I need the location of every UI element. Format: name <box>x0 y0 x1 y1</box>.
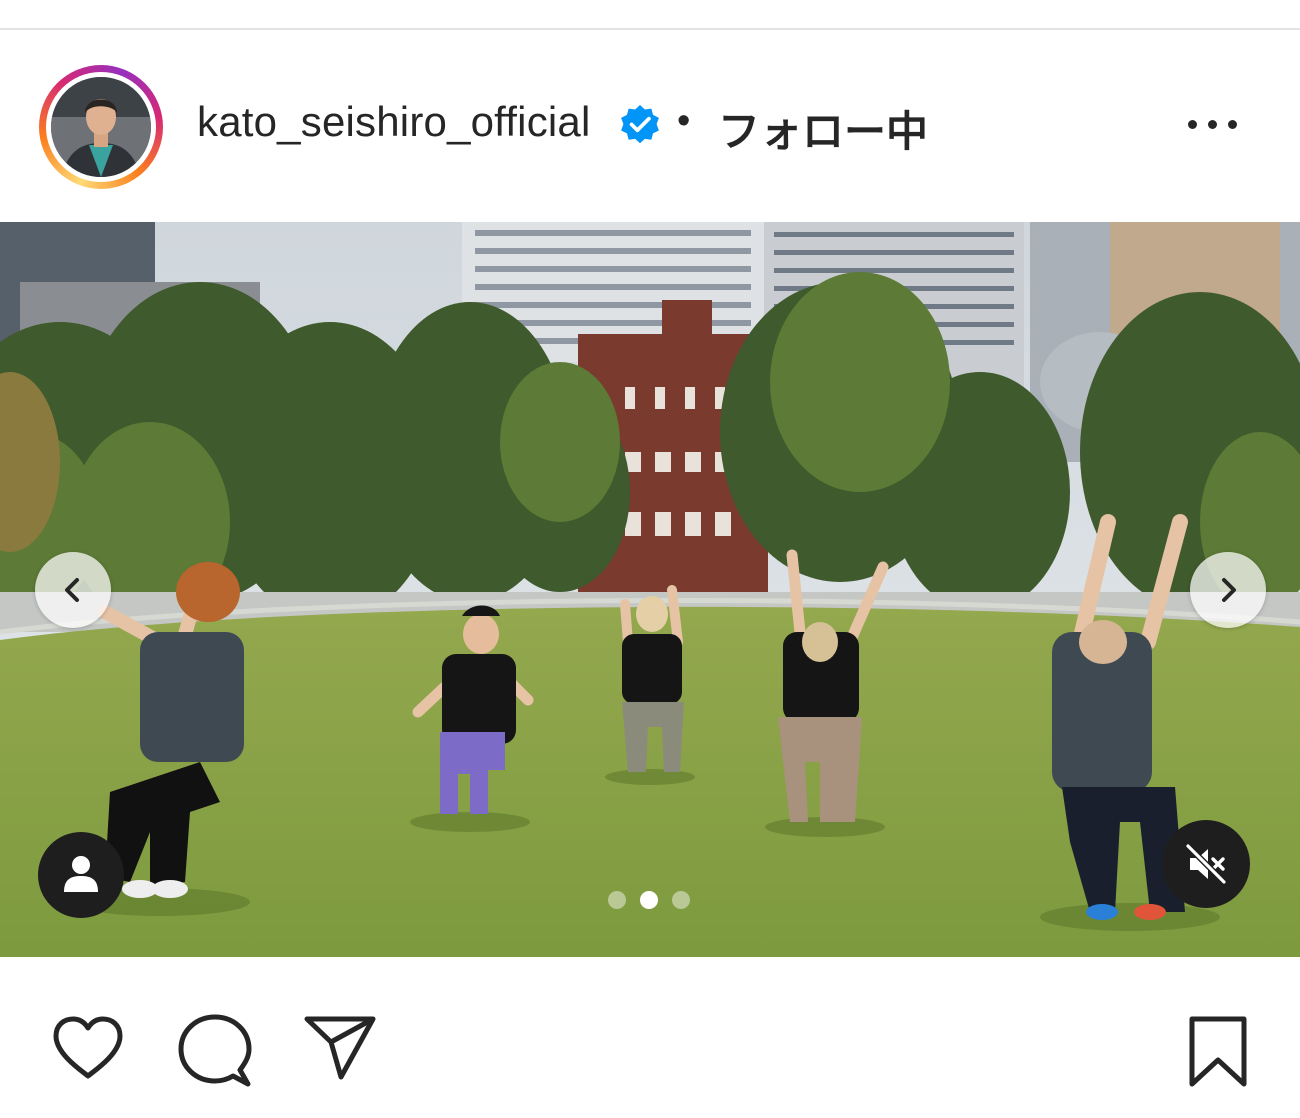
post-actions <box>0 1010 1300 1090</box>
paper-plane-icon <box>304 1016 376 1080</box>
separator-dot: • <box>677 100 691 142</box>
story-ring[interactable] <box>39 65 163 189</box>
carousel-dot[interactable] <box>672 891 690 909</box>
post-media[interactable] <box>0 222 1300 957</box>
username[interactable]: kato_seishiro_official <box>197 98 591 146</box>
verified-badge-icon <box>621 105 659 144</box>
chevron-right-icon <box>1222 578 1236 602</box>
bookmark-icon <box>1189 1016 1247 1087</box>
following-button[interactable]: フォロー中 <box>718 98 928 159</box>
heart-icon <box>53 1016 123 1079</box>
ellipsis-icon[interactable] <box>1186 118 1240 132</box>
like-button[interactable] <box>52 1016 124 1080</box>
carousel-next-button[interactable] <box>1190 552 1266 628</box>
person-icon <box>64 856 98 892</box>
comment-button[interactable] <box>178 1014 252 1088</box>
comment-icon <box>178 1014 252 1087</box>
video-frame <box>0 222 1300 957</box>
carousel-prev-button[interactable] <box>35 552 111 628</box>
carousel-indicator <box>608 891 698 911</box>
avatar[interactable] <box>51 77 151 177</box>
audio-toggle-button[interactable] <box>1162 820 1250 908</box>
speaker-muted-icon <box>1185 843 1227 885</box>
chevron-left-icon <box>65 578 79 602</box>
post-header: kato_seishiro_official • フォロー中 <box>0 30 1300 220</box>
tagged-users-button[interactable] <box>38 832 124 918</box>
carousel-dot-active[interactable] <box>640 891 658 909</box>
share-button[interactable] <box>304 1016 376 1080</box>
carousel-dot[interactable] <box>608 891 626 909</box>
avatar-photo <box>51 77 151 177</box>
save-button[interactable] <box>1188 1016 1248 1088</box>
